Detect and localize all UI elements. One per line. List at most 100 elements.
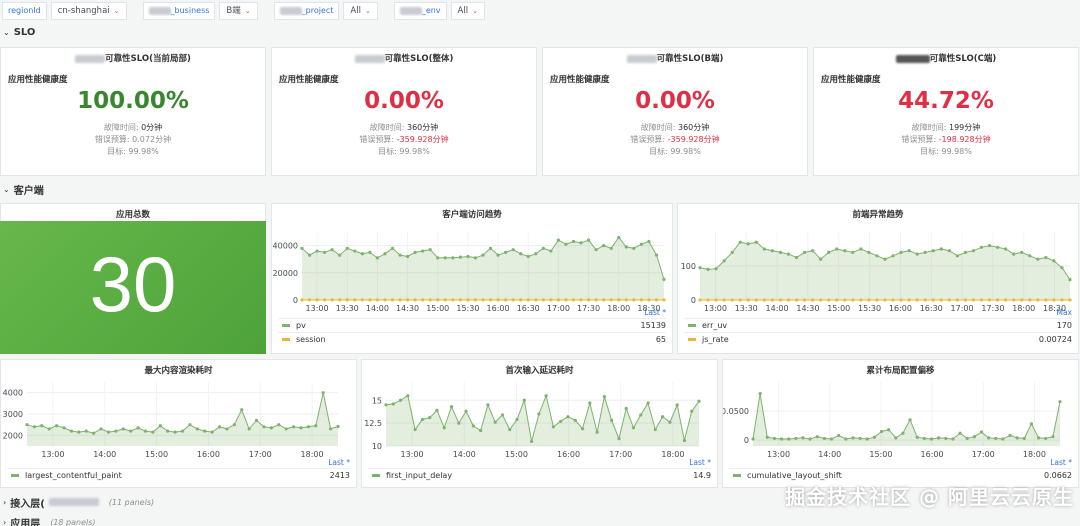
row-header-app[interactable]: › 应用层 (18 panels): [0, 514, 1080, 526]
data-point: [996, 298, 1000, 302]
data-point: [631, 426, 636, 430]
data-point: [851, 436, 855, 440]
data-point: [994, 436, 998, 441]
legend-row[interactable]: pv 15139: [278, 318, 666, 332]
legend-row[interactable]: cumulative_layout_shift 0.0662: [729, 468, 1072, 482]
y-tick-label: 0: [691, 296, 696, 305]
data-point: [458, 255, 462, 259]
data-point: [835, 298, 839, 302]
data-point: [556, 298, 561, 302]
data-point: [121, 427, 125, 431]
data-point: [443, 256, 447, 260]
data-point: [1004, 247, 1008, 251]
legend-sort-header[interactable]: Last *: [7, 458, 350, 468]
data-point: [405, 254, 410, 259]
data-point: [979, 430, 984, 434]
data-point: [887, 428, 891, 432]
data-point: [336, 424, 340, 429]
data-point: [315, 249, 319, 253]
legend-row[interactable]: first_input_delay 14.9: [368, 468, 711, 482]
series-line: [26, 392, 339, 434]
data-point: [786, 298, 791, 302]
legend-sort-header[interactable]: Last *: [278, 308, 666, 318]
data-point: [899, 250, 903, 254]
data-point: [300, 298, 304, 302]
data-point: [654, 298, 659, 302]
data-point: [247, 427, 251, 431]
legend-sort-header[interactable]: Max: [684, 308, 1072, 318]
data-point: [802, 298, 807, 302]
data-point: [315, 298, 319, 302]
slo-value: 0.00%: [635, 88, 715, 114]
region-variable-select[interactable]: cn-shanghai ⌄: [50, 2, 127, 20]
data-point: [173, 430, 177, 434]
data-point: [488, 246, 493, 250]
frontend-error-trend-panel: 前端异常趋势 0 100 13:00 13:30 14:00 14:30 15:00 15:3…: [677, 203, 1079, 354]
data-point: [746, 298, 750, 302]
y-tick-label: 40000: [273, 242, 298, 251]
y-tick-label: 2000: [3, 431, 23, 440]
data-point: [314, 424, 318, 428]
data-point: [907, 298, 911, 302]
data-point: [413, 298, 417, 302]
data-point: [1022, 436, 1026, 441]
data-point: [915, 252, 919, 256]
data-point: [770, 249, 774, 253]
legend: Last * pv 15139 session 65: [278, 308, 666, 346]
data-point: [944, 436, 948, 441]
data-point: [466, 298, 470, 302]
data-point: [859, 247, 863, 251]
data-point: [486, 403, 490, 407]
data-point: [40, 424, 44, 428]
legend-row[interactable]: js_rate 0.00724: [684, 332, 1072, 346]
legend-row[interactable]: session 65: [278, 332, 666, 346]
data-point: [1058, 400, 1062, 404]
legend-sort-header[interactable]: Last *: [368, 458, 711, 468]
legend-row[interactable]: err_uv 170: [684, 318, 1072, 332]
legend-sort-header[interactable]: Last *: [729, 458, 1072, 468]
data-point: [323, 250, 327, 254]
data-point: [330, 298, 334, 302]
legend-row[interactable]: largest_contentful_paint 2413: [7, 468, 350, 482]
business-variable-select[interactable]: B端 ⌄: [219, 2, 258, 20]
data-point: [526, 254, 530, 259]
env-variable-select[interactable]: All ⌄: [450, 2, 485, 20]
project-variable-select[interactable]: All ⌄: [343, 2, 378, 20]
row-header-slo[interactable]: ⌄ SLO: [0, 24, 1080, 40]
data-point: [762, 298, 766, 302]
data-point: [609, 246, 613, 250]
series-area: [386, 395, 699, 446]
data-point: [69, 429, 74, 433]
data-point: [646, 401, 650, 405]
data-point: [511, 248, 515, 252]
data-point: [306, 425, 310, 429]
data-point: [451, 298, 455, 302]
data-point: [47, 427, 51, 431]
data-point: [931, 298, 935, 302]
data-point: [1060, 298, 1064, 302]
row-header-client[interactable]: ⌄ 客户端: [0, 181, 1080, 197]
data-point: [939, 298, 943, 302]
data-point: [537, 412, 541, 416]
chevron-down-icon: ⌄: [3, 184, 10, 194]
y-tick-label: 10: [372, 442, 382, 451]
data-point: [556, 238, 561, 242]
data-point: [794, 436, 798, 441]
data-point: [730, 250, 734, 254]
data-point: [751, 437, 755, 441]
data-point: [1044, 298, 1048, 302]
data-point: [508, 427, 512, 432]
data-point: [1060, 266, 1064, 270]
data-point: [883, 298, 887, 302]
data-point: [915, 435, 919, 439]
data-point: [963, 250, 968, 254]
data-point: [526, 298, 530, 302]
data-point: [714, 298, 718, 302]
data-point: [368, 298, 372, 302]
data-point: [421, 249, 425, 253]
data-point: [519, 298, 523, 302]
data-point: [564, 298, 568, 302]
data-point: [923, 298, 927, 302]
data-point: [566, 415, 570, 419]
data-point: [106, 430, 111, 434]
